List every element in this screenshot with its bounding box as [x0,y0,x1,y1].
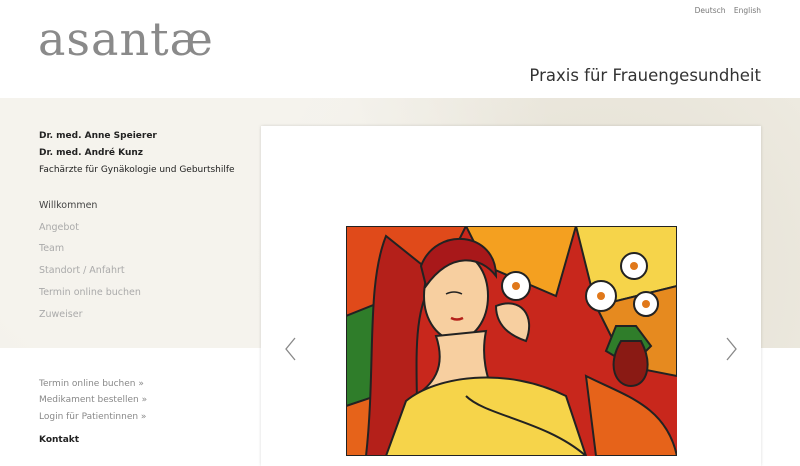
nav-item-angebot[interactable]: Angebot [39,217,141,239]
site-header: asantæ Deutsch English Praxis für Frauen… [0,0,800,98]
slider-prev-icon[interactable] [281,334,301,364]
doctor-name-1: Dr. med. Anne Speierer [39,131,157,141]
link-medikament-bestellen[interactable]: Medikament bestellen » [39,392,147,408]
nav-item-standort[interactable]: Standort / Anfahrt [39,260,141,282]
logo[interactable]: asantæ [38,12,214,66]
slider-next-icon[interactable] [721,334,741,364]
quick-links: Termin online buchen » Medikament bestel… [39,376,147,425]
link-termin-buchen[interactable]: Termin online buchen » [39,376,147,392]
nav-item-zuweiser[interactable]: Zuweiser [39,304,141,326]
doctor-name-2: Dr. med. André Kunz [39,148,144,158]
link-login-patientinnen[interactable]: Login für Patientinnen » [39,409,147,425]
doctor-info: Dr. med. Anne Speierer Dr. med. André Ku… [39,128,235,179]
contact-heading: Kontakt [39,435,80,445]
language-switcher: Deutsch English [689,6,761,15]
lang-deutsch[interactable]: Deutsch [695,6,726,15]
main-nav: Willkommen Angebot Team Standort / Anfah… [39,195,141,325]
image-slider [261,126,761,466]
nav-item-willkommen[interactable]: Willkommen [39,195,141,217]
slider-image [346,226,677,456]
stained-glass-artwork [346,226,677,456]
nav-item-termin[interactable]: Termin online buchen [39,282,141,304]
lang-english[interactable]: English [734,6,761,15]
doctor-specialty: Fachärzte für Gynäkologie und Geburtshil… [39,165,235,175]
page-tagline: Praxis für Frauengesundheit [529,66,761,85]
nav-item-team[interactable]: Team [39,238,141,260]
